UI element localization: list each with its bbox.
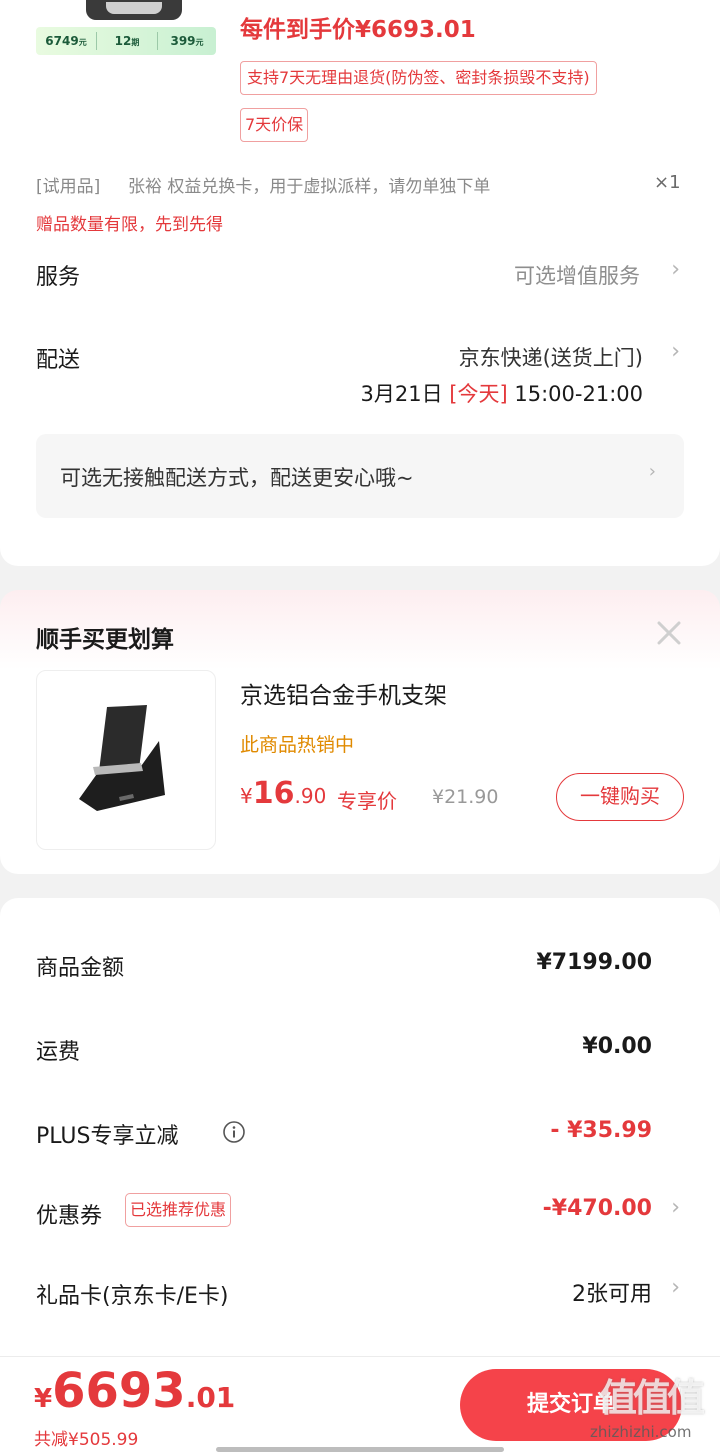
coupon-recommended-tag: 已选推荐优惠 bbox=[125, 1193, 232, 1227]
gift-notice: 赠品数量有限，先到先得 bbox=[36, 215, 223, 235]
delivery-row[interactable]: 配送 京东快递(送货上门) › 3月21日 [今天] 15:00-21:00 bbox=[0, 330, 720, 410]
service-row[interactable]: 服务 可选增值服务 › bbox=[0, 250, 720, 300]
one-click-buy-button[interactable]: 一键购买 bbox=[556, 773, 684, 821]
delivery-time: 3月21日 [今天] 15:00-21:00 bbox=[361, 378, 643, 408]
goods-amount-value: ¥7199.00 bbox=[536, 950, 652, 975]
service-value: 可选增值服务 bbox=[514, 264, 640, 288]
return-policy-tag: 支持7天无理由退货(防伪签、密封条损毁不支持) bbox=[240, 61, 597, 95]
chevron-right-icon: › bbox=[671, 1275, 680, 1300]
currency-symbol: ¥ bbox=[34, 1384, 53, 1414]
watermark-url: zhizhizhi.com bbox=[590, 1423, 692, 1441]
plus-discount-label: PLUS专享立减 bbox=[36, 1124, 179, 1149]
chevron-right-icon: › bbox=[648, 461, 656, 482]
total-dec: .01 bbox=[185, 1381, 236, 1414]
chevron-right-icon: › bbox=[671, 257, 680, 282]
home-indicator bbox=[216, 1447, 504, 1452]
addon-price: ¥16.90 bbox=[240, 776, 326, 811]
addon-item-name[interactable]: 京选铝合金手机支架 bbox=[240, 676, 447, 710]
info-icon[interactable] bbox=[222, 1120, 246, 1144]
phone-stand-icon bbox=[79, 705, 165, 811]
coupon-label: 优惠券 bbox=[36, 1204, 103, 1229]
addon-card: 顺手买更划算 京选铝合金手机支架 此商品热销中 ¥16.90 专享价 ¥21.9… bbox=[0, 590, 720, 874]
gift-quantity: ×1 bbox=[654, 172, 681, 193]
contactless-text: 可选无接触配送方式，配送更安心哦~ bbox=[60, 466, 414, 490]
total-saved: 共减¥505.99 bbox=[34, 1430, 139, 1450]
giftcard-value: 2张可用 bbox=[572, 1282, 652, 1307]
freight-label: 运费 bbox=[36, 1040, 81, 1065]
total-int: 6693 bbox=[52, 1363, 186, 1419]
addon-product-image[interactable] bbox=[36, 670, 216, 850]
goods-amount-label: 商品金额 bbox=[36, 956, 125, 981]
delivery-date: 3月21日 bbox=[360, 382, 443, 406]
product-image[interactable] bbox=[86, 0, 182, 20]
coupon-value: -¥470.00 bbox=[542, 1196, 652, 1221]
delivery-window: 15:00-21:00 bbox=[514, 382, 643, 406]
product-card: 6749元 12期 399元 每件到手价¥6693.01 支持7天无理由退货(防… bbox=[0, 0, 720, 566]
delivery-method: 京东快递(送货上门) bbox=[458, 346, 643, 370]
currency-symbol: ¥ bbox=[240, 784, 253, 808]
giftcard-label: 礼品卡(京东卡/E卡) bbox=[36, 1284, 229, 1309]
close-icon[interactable] bbox=[652, 616, 686, 650]
promo-badge: 6749元 12期 399元 bbox=[36, 27, 216, 55]
service-label: 服务 bbox=[36, 265, 81, 290]
addon-hot-label: 此商品热销中 bbox=[240, 734, 355, 756]
chevron-right-icon: › bbox=[671, 339, 680, 364]
total-price: ¥6693.01 bbox=[34, 1363, 235, 1419]
addon-title: 顺手买更划算 bbox=[36, 627, 174, 653]
net-price: 每件到手价¥6693.01 bbox=[240, 17, 476, 43]
watermark-logo: 值值值 bbox=[598, 1376, 705, 1420]
price-int: 16 bbox=[252, 776, 295, 811]
coupon-row[interactable]: 优惠券 已选推荐优惠 -¥470.00 › bbox=[0, 1188, 720, 1248]
gift-name: 张裕 权益兑换卡，用于虚拟派样，请勿单独下单 bbox=[128, 177, 491, 197]
chevron-right-icon: › bbox=[671, 1195, 680, 1220]
delivery-label: 配送 bbox=[36, 348, 81, 373]
gift-label: [试用品] bbox=[36, 177, 101, 197]
price-protect-tag: 7天价保 bbox=[240, 108, 309, 142]
addon-price-label: 专享价 bbox=[337, 789, 397, 813]
plus-discount-value: - ¥35.99 bbox=[550, 1118, 652, 1143]
contactless-delivery-banner[interactable]: 可选无接触配送方式，配送更安心哦~ › bbox=[36, 434, 684, 518]
price-dec: .90 bbox=[294, 784, 327, 808]
giftcard-row[interactable]: 礼品卡(京东卡/E卡) 2张可用 › bbox=[0, 1268, 720, 1328]
delivery-today: [今天] bbox=[449, 382, 508, 406]
addon-original-price: ¥21.90 bbox=[432, 786, 499, 808]
summary-card: 商品金额 ¥7199.00 运费 ¥0.00 PLUS专享立减 - ¥35.99… bbox=[0, 898, 720, 1358]
bottom-bar: ¥6693.01 共减¥505.99 提交订单 值值值 zhizhizhi.co… bbox=[0, 1356, 720, 1452]
freight-value: ¥0.00 bbox=[582, 1034, 652, 1059]
